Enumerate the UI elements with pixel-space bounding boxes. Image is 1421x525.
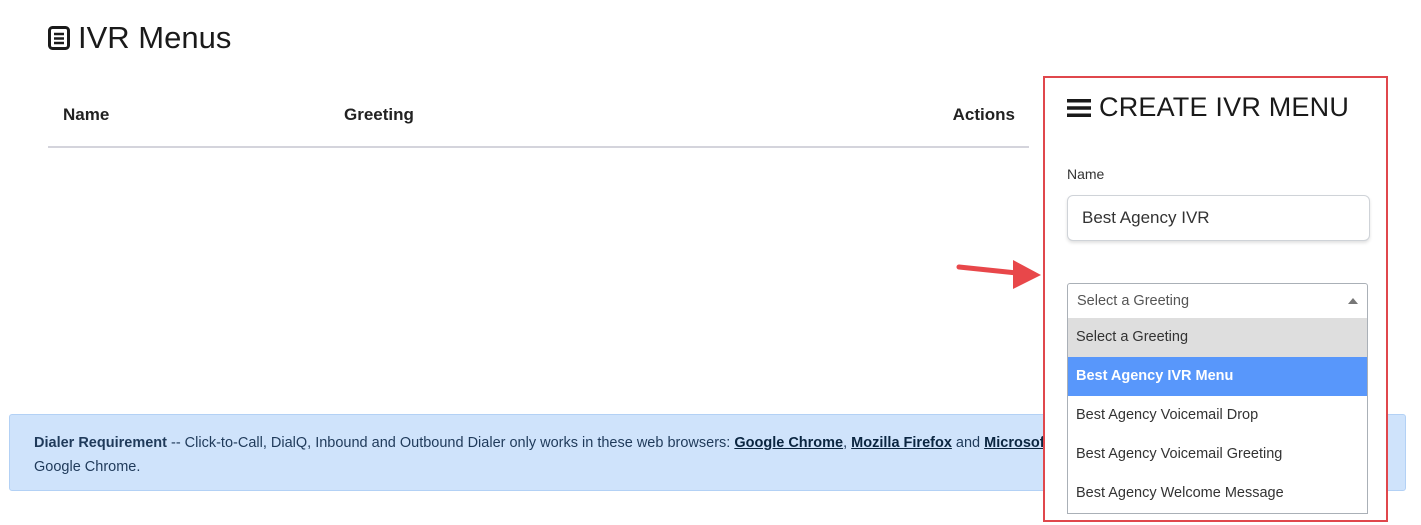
greeting-option[interactable]: Best Agency Voicemail Greeting: [1068, 435, 1367, 474]
greeting-option[interactable]: Select a Greeting: [1068, 318, 1367, 357]
panel-title: CREATE IVR MENU: [1067, 92, 1349, 123]
name-input[interactable]: [1067, 195, 1370, 241]
caret-up-icon: [1348, 298, 1358, 304]
table-header: Name Greeting Actions: [48, 96, 1029, 148]
page-title-text: IVR Menus: [78, 20, 232, 55]
notice-and: and: [955, 435, 981, 451]
greeting-option[interactable]: Best Agency Voicemail Drop: [1068, 396, 1367, 435]
panel-title-text: CREATE IVR MENU: [1099, 92, 1350, 122]
column-header-name[interactable]: Name: [63, 105, 109, 125]
link-microsoft[interactable]: Microsoft: [984, 435, 1049, 451]
page-title: IVR Menus: [48, 20, 231, 56]
link-mozilla-firefox[interactable]: Mozilla Firefox: [851, 435, 952, 451]
create-ivr-menu-panel: CREATE IVR MENU Name Select a Greeting S…: [1043, 76, 1388, 522]
column-header-greeting[interactable]: Greeting: [344, 105, 414, 125]
notice-text: -- Click-to-Call, DialQ, Inbound and Out…: [171, 435, 731, 451]
notice-line2: Google Chrome.: [34, 459, 141, 475]
greeting-option[interactable]: Best Agency IVR Menu: [1068, 357, 1367, 396]
arrow-annotation: [956, 260, 1041, 289]
hamburger-icon: [1067, 98, 1091, 118]
name-label: Name: [1067, 166, 1105, 182]
greeting-select-value: Select a Greeting: [1077, 293, 1190, 309]
notice-separator: ,: [843, 435, 848, 451]
link-google-chrome[interactable]: Google Chrome: [734, 435, 843, 451]
document-list-icon: [48, 26, 70, 50]
column-header-actions: Actions: [952, 105, 1015, 124]
greeting-options-list: Select a Greeting Best Agency IVR Menu B…: [1067, 318, 1368, 514]
greeting-option[interactable]: Best Agency Welcome Message: [1068, 474, 1367, 513]
greeting-select[interactable]: Select a Greeting: [1067, 283, 1368, 319]
notice-label: Dialer Requirement: [34, 435, 167, 451]
